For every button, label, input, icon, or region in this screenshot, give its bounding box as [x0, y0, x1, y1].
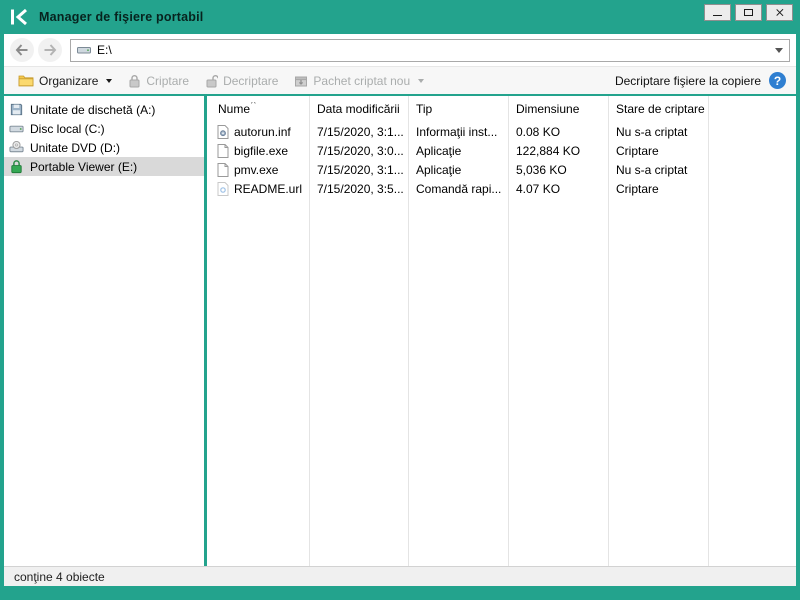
- column-header-encryption-status[interactable]: Stare de criptare: [608, 102, 708, 116]
- back-button[interactable]: [10, 38, 34, 62]
- drive-icon: [77, 47, 91, 54]
- file-size: 5,036 KO: [516, 162, 567, 177]
- sidebar-item-floppy-a[interactable]: Unitate de dischetă (A:): [4, 100, 204, 119]
- decrypt-label: Decriptare: [223, 73, 279, 88]
- sidebar-item-portable-viewer-e[interactable]: Portable Viewer (E:): [4, 157, 204, 176]
- kaspersky-logo-icon: [11, 8, 27, 26]
- help-icon[interactable]: ?: [769, 72, 786, 89]
- file-row-bigfile[interactable]: bigfile.exe 7/15/2020, 3:0... Aplicaţie …: [207, 141, 796, 160]
- status-text: conţine 4 obiecte: [14, 569, 105, 584]
- file-modified: 7/15/2020, 3:5...: [317, 181, 404, 196]
- sidebar-item-label: Unitate de dischetă (A:): [30, 102, 156, 117]
- forward-arrow-icon: [44, 44, 57, 56]
- window-controls: [704, 4, 793, 21]
- address-combobox[interactable]: E:\: [70, 38, 790, 62]
- file-row-readme[interactable]: README.url 7/15/2020, 3:5... Comandă rap…: [207, 179, 796, 198]
- organize-caret-icon: [106, 78, 113, 83]
- back-arrow-icon: [15, 44, 28, 56]
- file-type: Informaţii inst...: [416, 124, 498, 139]
- close-icon: [767, 5, 792, 20]
- address-dropdown-icon[interactable]: [775, 47, 783, 53]
- file-name: README.url: [234, 181, 303, 196]
- window-content: E:\ Organizare Criptare Decriptare Pache…: [4, 34, 796, 586]
- decrypt-unlock-icon: [206, 74, 219, 87]
- file-modified: 7/15/2020, 3:1...: [317, 162, 404, 177]
- column-header-type[interactable]: Tip: [408, 102, 508, 116]
- file-size: 0.08 KO: [516, 124, 561, 139]
- new-encrypted-package-button[interactable]: Pachet criptat nou: [286, 69, 432, 93]
- file-name: autorun.inf: [234, 124, 291, 139]
- toolbar: Organizare Criptare Decriptare Pachet cr…: [4, 66, 796, 94]
- hdd-icon: [9, 125, 24, 133]
- column-header-size[interactable]: Dimensiune: [508, 102, 608, 116]
- file-list-header: ^ Nume Data modificării Tip Dimensiune S…: [207, 96, 796, 122]
- file-row-pmv[interactable]: pmv.exe 7/15/2020, 3:1... Aplicaţie 5,03…: [207, 160, 796, 179]
- address-row: E:\: [4, 34, 796, 66]
- shortcut-file-icon: [217, 181, 229, 196]
- new-package-label: Pachet criptat nou: [313, 73, 411, 88]
- title-bar: Manager de fişiere portabil: [0, 0, 800, 34]
- floppy-icon: [10, 103, 23, 116]
- maximize-button[interactable]: [735, 4, 762, 21]
- organize-label: Organizare: [39, 73, 99, 88]
- close-button[interactable]: [766, 4, 793, 21]
- file-encryption-status: Criptare: [616, 181, 659, 196]
- file-encryption-status: Criptare: [616, 143, 659, 158]
- sidebar-item-local-disk-c[interactable]: Disc local (C:): [4, 119, 204, 138]
- main-area: Unitate de dischetă (A:) Disc local (C:): [4, 96, 796, 566]
- file-row-autorun[interactable]: autorun.inf 7/15/2020, 3:1... Informaţii…: [207, 122, 796, 141]
- file-size: 4.07 KO: [516, 181, 561, 196]
- forward-button[interactable]: [38, 38, 62, 62]
- address-path: E:\: [97, 43, 112, 57]
- encrypt-button[interactable]: Criptare: [120, 69, 197, 93]
- setup-file-icon: [217, 124, 229, 139]
- sidebar-item-label: Disc local (C:): [30, 121, 105, 136]
- app-window: Manager de fişiere portabil E:\ Organiza…: [0, 0, 800, 600]
- file-name: pmv.exe: [234, 162, 279, 177]
- drive-tree: Unitate de dischetă (A:) Disc local (C:): [4, 96, 204, 566]
- organize-button[interactable]: Organizare: [10, 69, 120, 93]
- window-title: Manager de fişiere portabil: [39, 10, 204, 24]
- application-file-icon: [217, 162, 229, 177]
- sidebar-item-label: Portable Viewer (E:): [30, 159, 138, 174]
- folder-icon: [18, 75, 34, 87]
- file-type: Aplicaţie: [416, 162, 462, 177]
- green-lock-icon: [11, 160, 22, 174]
- minimize-icon: [713, 15, 722, 16]
- column-header-name[interactable]: ^ Nume: [207, 102, 309, 116]
- encrypt-lock-icon: [129, 74, 140, 87]
- file-modified: 7/15/2020, 3:1...: [317, 124, 404, 139]
- dvd-icon: [9, 140, 24, 153]
- file-type: Aplicaţie: [416, 143, 462, 158]
- sidebar-item-label: Unitate DVD (D:): [30, 140, 121, 155]
- column-header-modified[interactable]: Data modificării: [309, 102, 408, 116]
- package-icon: [295, 76, 308, 87]
- file-size: 122,884 KO: [516, 143, 581, 158]
- toolbar-right: Decriptare fişiere la copiere ?: [615, 72, 788, 89]
- file-name: bigfile.exe: [234, 143, 289, 158]
- file-encryption-status: Nu s-a criptat: [616, 124, 688, 139]
- sidebar-item-dvd-d[interactable]: Unitate DVD (D:): [4, 138, 204, 157]
- file-modified: 7/15/2020, 3:0...: [317, 143, 404, 158]
- application-file-icon: [217, 143, 229, 158]
- file-encryption-status: Nu s-a criptat: [616, 162, 688, 177]
- status-bar: conţine 4 obiecte: [4, 566, 796, 586]
- encrypt-label: Criptare: [146, 73, 190, 88]
- decrypt-button[interactable]: Decriptare: [197, 69, 286, 93]
- minimize-button[interactable]: [704, 4, 731, 21]
- file-type: Comandă rapi...: [416, 181, 502, 196]
- decrypt-on-copy-label: Decriptare fişiere la copiere: [614, 73, 761, 88]
- new-package-caret-icon: [418, 78, 425, 83]
- sort-ascending-icon: ^: [251, 102, 256, 110]
- file-list-pane: ^ Nume Data modificării Tip Dimensiune S…: [207, 96, 796, 566]
- maximize-icon: [744, 9, 753, 16]
